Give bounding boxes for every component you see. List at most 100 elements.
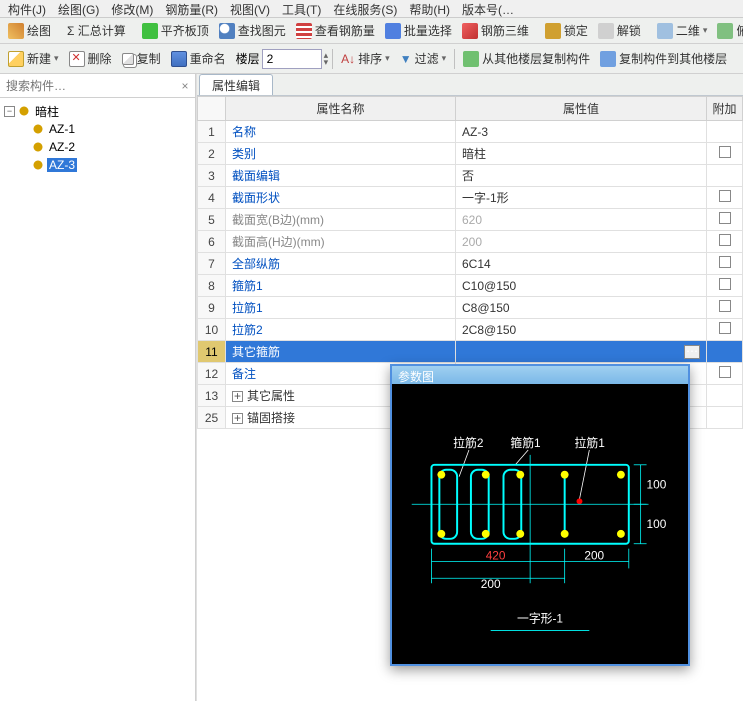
checkbox[interactable] — [719, 256, 731, 268]
rename-icon — [171, 51, 187, 67]
view-dropdown[interactable]: 俯视 — [713, 20, 743, 41]
tab-properties[interactable]: 属性编辑 — [199, 74, 273, 95]
rebar-3d-button[interactable]: 钢筋三维 — [458, 20, 533, 41]
unlock-button[interactable]: 解锁 — [594, 20, 645, 41]
bars-icon — [296, 23, 312, 39]
property-value[interactable]: 一字-1形 — [456, 187, 707, 209]
checkbox[interactable] — [719, 190, 731, 202]
copy-button[interactable]: 复制 — [118, 48, 165, 69]
svg-text:箍筋1: 箍筋1 — [510, 436, 540, 450]
sum-button[interactable]: Σ 汇总计算 — [63, 20, 130, 41]
new-button[interactable]: 新建▾ — [4, 48, 63, 69]
menu-item[interactable]: 绘图(G) — [54, 0, 103, 17]
table-row[interactable]: 7全部纵筋6C14 — [198, 253, 743, 275]
property-name: 类别 — [226, 143, 456, 165]
floor-input[interactable] — [262, 49, 322, 69]
new-icon — [8, 51, 24, 67]
filter-button[interactable]: ▼过滤▾ — [396, 48, 450, 69]
view-rebar-button[interactable]: 查看钢筋量 — [292, 20, 379, 41]
svg-text:200: 200 — [584, 549, 604, 563]
lock-button[interactable]: 锁定 — [541, 20, 592, 41]
table-row[interactable]: 10拉筋22C8@150 — [198, 319, 743, 341]
cube-icon — [462, 23, 478, 39]
table-row[interactable]: 2类别暗柱 — [198, 143, 743, 165]
property-name: 名称 — [226, 121, 456, 143]
copy-from-floor-button[interactable]: 从其他楼层复制构件 — [459, 48, 594, 69]
search-input[interactable] — [0, 74, 175, 97]
table-row[interactable]: 6截面高(H边)(mm)200 — [198, 231, 743, 253]
table-row[interactable]: 4截面形状一字-1形 — [198, 187, 743, 209]
menu-item[interactable]: 视图(V) — [226, 0, 274, 17]
flat-button[interactable]: 平齐板顶 — [138, 20, 213, 41]
property-name: 截面形状 — [226, 187, 456, 209]
delete-icon — [69, 51, 85, 67]
attach-cell — [707, 165, 743, 187]
menu-item[interactable]: 钢筋量(R) — [161, 0, 222, 17]
menu-item[interactable]: 在线服务(S) — [329, 0, 401, 17]
rename-button[interactable]: 重命名 — [167, 48, 230, 69]
diagram-canvas: 拉筋2 箍筋1 拉筋1 100 100 — [392, 384, 688, 664]
collapse-icon[interactable]: − — [4, 106, 15, 117]
checkbox[interactable] — [719, 366, 731, 378]
property-value[interactable]: AZ-3 — [456, 121, 707, 143]
table-row[interactable]: 9拉筋1C8@150 — [198, 297, 743, 319]
tree-item[interactable]: AZ-1 — [32, 120, 191, 138]
section-diagram-popup: 参数图 拉筋2 箍筋1 拉筋1 100 — [390, 364, 690, 666]
row-number: 7 — [198, 253, 226, 275]
menu-item[interactable]: 工具(T) — [278, 0, 325, 17]
property-value[interactable]: 200 — [456, 231, 707, 253]
table-row[interactable]: 8箍筋1C10@150 — [198, 275, 743, 297]
clear-search-button[interactable]: × — [175, 74, 195, 97]
table-row[interactable]: 1名称AZ-3 — [198, 121, 743, 143]
menu-item[interactable]: 构件(J) — [4, 0, 50, 17]
attach-cell — [707, 341, 743, 363]
export-icon — [600, 51, 616, 67]
expand-icon[interactable]: + — [232, 391, 243, 402]
2d-dropdown[interactable]: 二维▾ — [653, 20, 712, 41]
sort-button[interactable]: A↓排序▾ — [337, 48, 394, 69]
property-name: 全部纵筋 — [226, 253, 456, 275]
tree-item[interactable]: AZ-2 — [32, 138, 191, 156]
batch-select-button[interactable]: 批量选择 — [381, 20, 456, 41]
property-value[interactable]: 2C8@150 — [456, 319, 707, 341]
menu-item[interactable]: 帮助(H) — [405, 0, 454, 17]
checkbox[interactable] — [719, 322, 731, 334]
attach-cell — [707, 319, 743, 341]
table-row[interactable]: 5截面宽(B边)(mm)620 — [198, 209, 743, 231]
tree-item[interactable]: AZ-3 — [32, 156, 191, 174]
expand-icon[interactable]: + — [232, 413, 243, 424]
tree-root[interactable]: − 暗柱 — [4, 102, 191, 120]
checkbox[interactable] — [719, 278, 731, 290]
property-value[interactable]: 否 — [456, 165, 707, 187]
row-number: 2 — [198, 143, 226, 165]
ellipsis-button[interactable]: ⋯ — [684, 345, 700, 359]
tree-item-label: AZ-3 — [47, 158, 77, 172]
property-value[interactable]: C10@150 — [456, 275, 707, 297]
svg-text:100: 100 — [647, 517, 667, 531]
checkbox[interactable] — [719, 234, 731, 246]
col-header-attach: 附加 — [707, 97, 743, 121]
delete-button[interactable]: 删除 — [65, 48, 116, 69]
property-value[interactable]: 620 — [456, 209, 707, 231]
table-row[interactable]: 3截面编辑否 — [198, 165, 743, 187]
row-number: 9 — [198, 297, 226, 319]
table-row[interactable]: 11其它箍筋⋯ — [198, 341, 743, 363]
floor-spinner[interactable]: ▴▾ — [324, 52, 329, 65]
copy-to-floor-button[interactable]: 复制构件到其他楼层 — [596, 48, 731, 69]
find-element-button[interactable]: 查找图元 — [215, 20, 290, 41]
col-header-name: 属性名称 — [226, 97, 456, 121]
property-value[interactable]: 6C14 — [456, 253, 707, 275]
property-value[interactable]: ⋯ — [456, 341, 707, 363]
2d-icon — [657, 23, 673, 39]
draw-button[interactable]: 绘图 — [4, 20, 55, 41]
tree-item-label: AZ-1 — [47, 122, 77, 136]
checkbox[interactable] — [719, 212, 731, 224]
property-value[interactable]: C8@150 — [456, 297, 707, 319]
checkbox[interactable] — [719, 300, 731, 312]
checkbox[interactable] — [719, 146, 731, 158]
attach-cell — [707, 385, 743, 407]
property-value[interactable]: 暗柱 — [456, 143, 707, 165]
attach-cell — [707, 187, 743, 209]
menu-item[interactable]: 版本号(… — [458, 0, 518, 17]
menu-item[interactable]: 修改(M) — [107, 0, 157, 17]
